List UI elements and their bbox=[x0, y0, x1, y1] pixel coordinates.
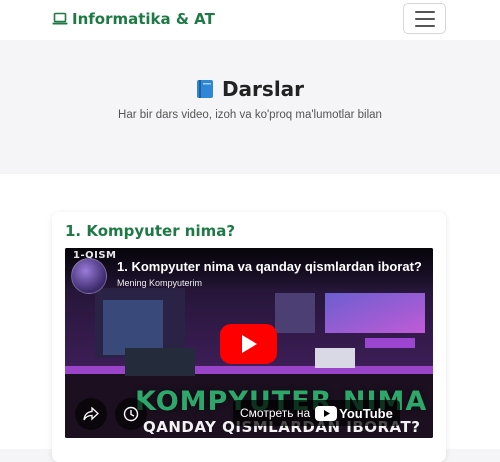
page-subtitle: Har bir dars video, izoh va ko'proq ma'l… bbox=[118, 109, 382, 121]
watch-on-youtube-button[interactable]: Смотреть на YouTube bbox=[233, 400, 400, 426]
brand-link[interactable]: Informatika & AT bbox=[52, 9, 215, 29]
lesson-title: 1. Kompyuter nima? bbox=[65, 222, 236, 240]
hamburger-icon-line bbox=[414, 17, 435, 20]
lessons-section: 1. Kompyuter nima? 1-QISM 1. Kompyuter n… bbox=[0, 174, 500, 462]
channel-avatar[interactable] bbox=[71, 258, 107, 294]
laptop-icon bbox=[52, 12, 68, 26]
video-title[interactable]: 1. Kompyuter nima va qanday qismlardan i… bbox=[117, 259, 427, 274]
hero-section: Darslar Har bir dars video, izoh va ko'p… bbox=[0, 40, 500, 174]
navbar: Informatika & AT bbox=[0, 0, 500, 40]
hamburger-icon-line bbox=[414, 24, 435, 27]
lesson-card: 1. Kompyuter nima? 1-QISM 1. Kompyuter n… bbox=[52, 212, 446, 462]
page-title-text: Darslar bbox=[221, 77, 305, 101]
share-icon bbox=[83, 407, 99, 421]
watch-later-button[interactable] bbox=[115, 398, 147, 430]
menu-toggle-button[interactable] bbox=[403, 3, 446, 34]
clock-icon bbox=[123, 406, 139, 422]
youtube-logo: YouTube bbox=[315, 405, 393, 421]
youtube-wordmark: YouTube bbox=[339, 405, 393, 421]
play-button[interactable] bbox=[220, 324, 277, 364]
brand-text: Informatika & AT bbox=[72, 10, 215, 28]
watch-on-label: Смотреть на bbox=[240, 406, 311, 420]
share-button[interactable] bbox=[75, 398, 107, 430]
play-icon bbox=[241, 335, 257, 353]
youtube-icon bbox=[315, 405, 338, 421]
video-channel-name[interactable]: Mening Kompyuterim bbox=[117, 278, 202, 288]
video-player[interactable]: 1-QISM 1. Kompyuter nima va qanday qisml… bbox=[65, 248, 433, 438]
page-title: Darslar bbox=[0, 77, 500, 101]
book-icon bbox=[196, 79, 214, 99]
hamburger-icon bbox=[414, 10, 435, 13]
